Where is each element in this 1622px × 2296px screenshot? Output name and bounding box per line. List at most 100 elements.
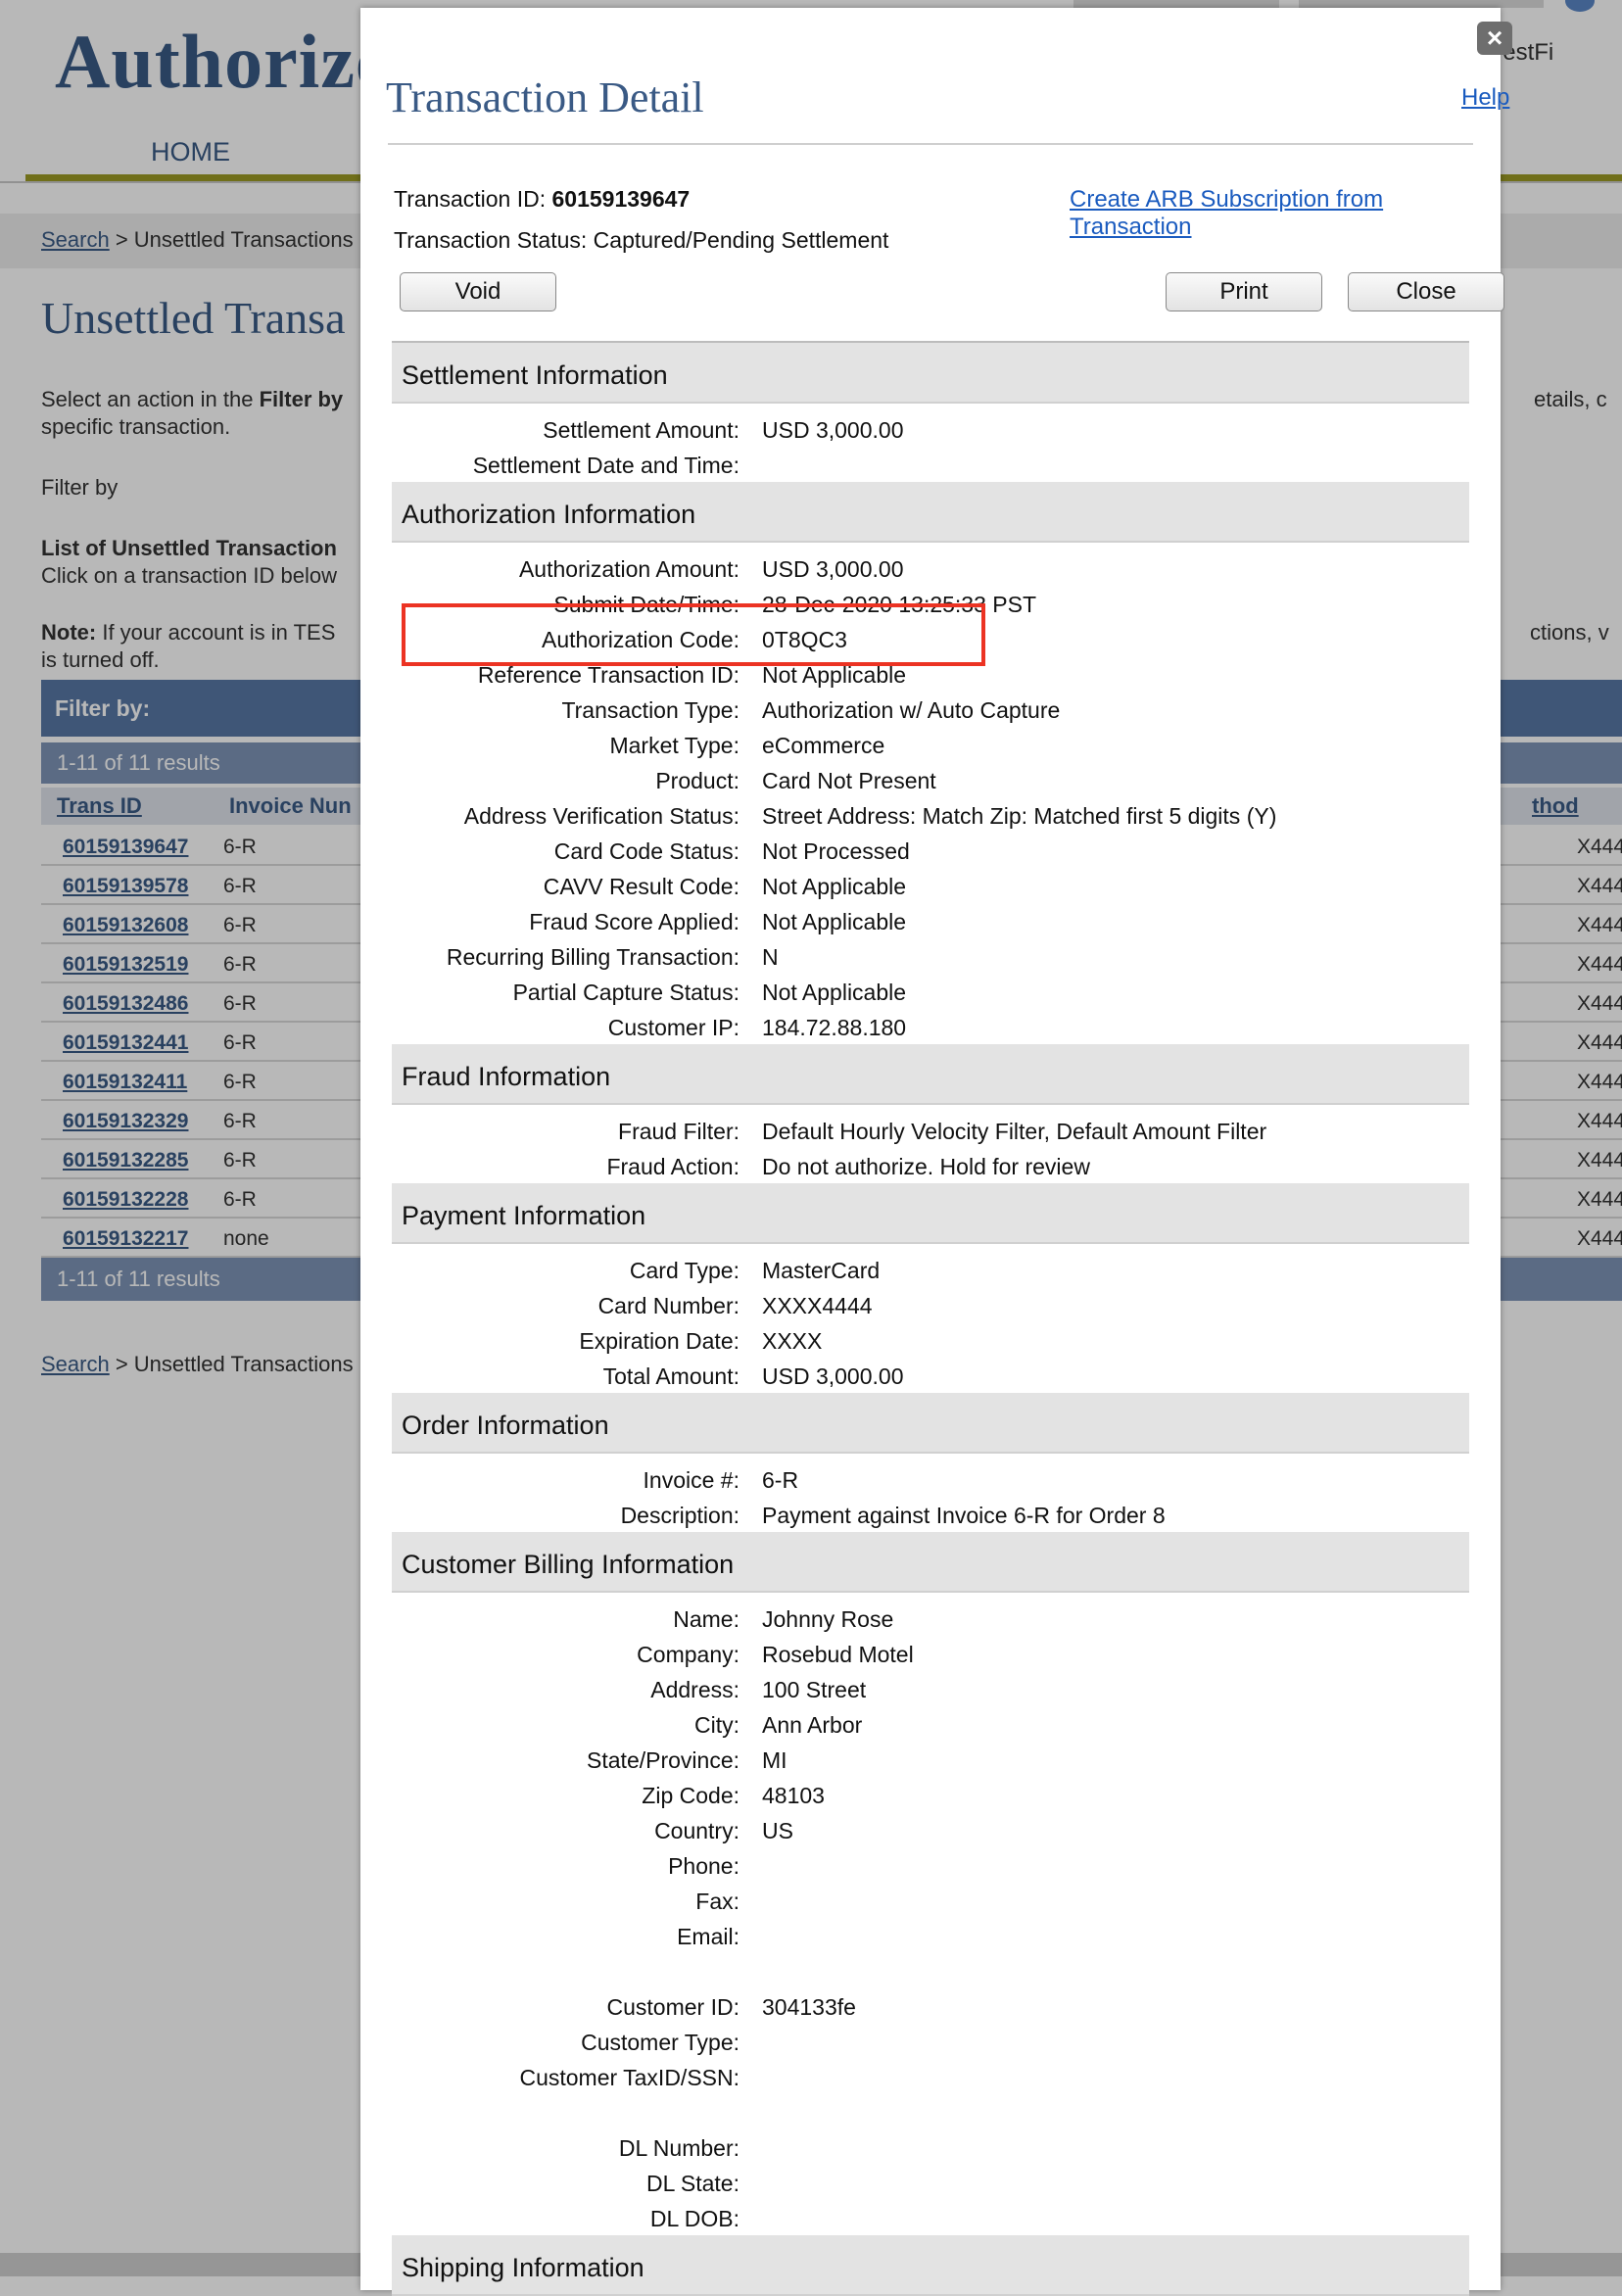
- section-header-order: Order Information: [392, 1393, 1469, 1454]
- field-label: Zip Code:: [642, 1783, 739, 1808]
- field-row-payment: Total Amount: USD 3,000.00: [392, 1363, 1469, 1393]
- field-value: USD 3,000.00: [762, 1363, 904, 1389]
- field-label: DL DOB:: [649, 2206, 739, 2231]
- field-label: Fraud Action:: [606, 1154, 739, 1179]
- field-row-billing: DL State:: [392, 2171, 1469, 2200]
- field-label: Settlement Date and Time:: [472, 453, 739, 478]
- field-row-billing: Name: Johnny Rose: [392, 1606, 1469, 1636]
- void-button[interactable]: Void: [400, 272, 556, 311]
- field-label: Address:: [650, 1677, 739, 1702]
- close-icon[interactable]: ×: [1477, 22, 1512, 55]
- field-row-authorization: Product: Card Not Present: [392, 768, 1469, 797]
- field-value: MI: [762, 1747, 787, 1773]
- field-label: Product:: [655, 768, 739, 793]
- section-header-authorization: Authorization Information: [392, 482, 1469, 543]
- field-row-authorization: Market Type: eCommerce: [392, 733, 1469, 762]
- field-row-billing: City: Ann Arbor: [392, 1712, 1469, 1742]
- field-row-billing: Fax:: [392, 1889, 1469, 1918]
- field-value: N: [762, 944, 779, 970]
- field-row-fraud: Fraud Action: Do not authorize. Hold for …: [392, 1154, 1469, 1183]
- field-value: USD 3,000.00: [762, 417, 904, 443]
- field-value: Street Address: Match Zip: Matched first…: [762, 803, 1277, 829]
- section-header-payment: Payment Information: [392, 1183, 1469, 1244]
- field-row-order: Description: Payment against Invoice 6-R …: [392, 1503, 1469, 1532]
- field-label: Reference Transaction ID:: [477, 662, 739, 688]
- field-label: Country:: [654, 1818, 739, 1843]
- field-value: eCommerce: [762, 733, 885, 758]
- field-value: Not Applicable: [762, 662, 907, 688]
- field-label: Company:: [637, 1642, 739, 1667]
- field-label: State/Province:: [587, 1747, 739, 1773]
- field-label: Market Type:: [609, 733, 739, 758]
- close-button[interactable]: Close: [1348, 272, 1504, 311]
- print-button[interactable]: Print: [1166, 272, 1322, 311]
- field-row-billing: Customer ID: 304133fe: [392, 1994, 1469, 2024]
- field-row-authorization: Card Code Status: Not Processed: [392, 838, 1469, 868]
- field-value: Johnny Rose: [762, 1606, 894, 1632]
- field-label: Settlement Amount:: [543, 417, 739, 443]
- transaction-detail-modal: × Transaction Detail Help Transaction ID…: [360, 8, 1512, 2296]
- field-row-billing: Customer TaxID/SSN:: [392, 2065, 1469, 2094]
- help-link[interactable]: Help: [1461, 84, 1509, 112]
- field-row-billing: Company: Rosebud Motel: [392, 1642, 1469, 1671]
- field-row-authorization: Recurring Billing Transaction: N: [392, 944, 1469, 974]
- field-row-order: Invoice #: 6-R: [392, 1467, 1469, 1497]
- section-header-shipping: Shipping Information: [392, 2235, 1469, 2296]
- field-row-settlement: Settlement Date and Time:: [392, 453, 1469, 482]
- field-value: USD 3,000.00: [762, 556, 904, 582]
- field-row-billing: Zip Code: 48103: [392, 1783, 1469, 1812]
- field-row-authorization: Fraud Score Applied: Not Applicable: [392, 909, 1469, 938]
- field-row-authorization: Address Verification Status: Street Addre…: [392, 803, 1469, 833]
- field-value: Not Applicable: [762, 909, 907, 934]
- field-label: Customer TaxID/SSN:: [519, 2065, 739, 2090]
- field-row-authorization: Authorization Amount: USD 3,000.00: [392, 556, 1469, 586]
- field-label: Partial Capture Status:: [512, 980, 739, 1005]
- transaction-id-label: Transaction ID:: [394, 186, 552, 212]
- field-label: DL Number:: [618, 2135, 739, 2161]
- field-value: XXXX4444: [762, 1293, 873, 1318]
- field-value: Not Applicable: [762, 874, 907, 899]
- field-value: Rosebud Motel: [762, 1642, 914, 1667]
- field-value: US: [762, 1818, 793, 1843]
- field-label: Customer Type:: [581, 2030, 739, 2055]
- field-label: Fraud Filter:: [618, 1119, 739, 1144]
- create-arb-link[interactable]: Create ARB Subscription from Transaction: [1070, 186, 1501, 241]
- field-value: 6-R: [762, 1467, 799, 1493]
- field-value: 184.72.88.180: [762, 1015, 907, 1040]
- section-header-settlement: Settlement Information: [392, 343, 1469, 404]
- field-label: Card Type:: [629, 1258, 739, 1283]
- field-value: Not Applicable: [762, 980, 907, 1005]
- field-label: Recurring Billing Transaction:: [446, 944, 739, 970]
- transaction-id: Transaction ID: 60159139647: [394, 186, 690, 213]
- modal-title: Transaction Detail: [386, 73, 704, 121]
- field-row-authorization: Transaction Type: Authorization w/ Auto C…: [392, 697, 1469, 727]
- field-label: DL State:: [645, 2171, 739, 2196]
- transaction-status: Transaction Status: Captured/Pending Set…: [394, 227, 889, 253]
- field-row-billing: Address: 100 Street: [392, 1677, 1469, 1706]
- field-label: Name:: [673, 1606, 739, 1632]
- highlight-box: [402, 603, 985, 666]
- field-label: City:: [694, 1712, 739, 1738]
- field-label: Card Code Status:: [553, 838, 739, 864]
- field-label: Email:: [677, 1924, 739, 1949]
- field-value: 100 Street: [762, 1677, 867, 1702]
- field-row-payment: Card Type: MasterCard: [392, 1258, 1469, 1287]
- field-value: XXXX: [762, 1328, 823, 1354]
- section-header-fraud: Fraud Information: [392, 1044, 1469, 1105]
- field-value: 48103: [762, 1783, 825, 1808]
- field-label: Address Verification Status:: [463, 803, 739, 829]
- field-value: 304133fe: [762, 1994, 856, 2020]
- field-row-payment: Expiration Date: XXXX: [392, 1328, 1469, 1358]
- field-row-billing: State/Province: MI: [392, 1747, 1469, 1777]
- field-row-billing: Customer Type:: [392, 2030, 1469, 2059]
- field-row-authorization: Partial Capture Status: Not Applicable: [392, 980, 1469, 1009]
- field-label: Authorization Amount:: [518, 556, 739, 582]
- field-row-billing: Phone:: [392, 1853, 1469, 1883]
- field-value: Card Not Present: [762, 768, 936, 793]
- field-label: Total Amount:: [602, 1363, 739, 1389]
- field-row-authorization: CAVV Result Code: Not Applicable: [392, 874, 1469, 903]
- field-row-fraud: Fraud Filter: Default Hourly Velocity Fil…: [392, 1119, 1469, 1148]
- field-row-settlement: Settlement Amount: USD 3,000.00: [392, 417, 1469, 447]
- transaction-id-value: 60159139647: [551, 186, 691, 212]
- field-value: Default Hourly Velocity Filter, Default …: [762, 1119, 1267, 1144]
